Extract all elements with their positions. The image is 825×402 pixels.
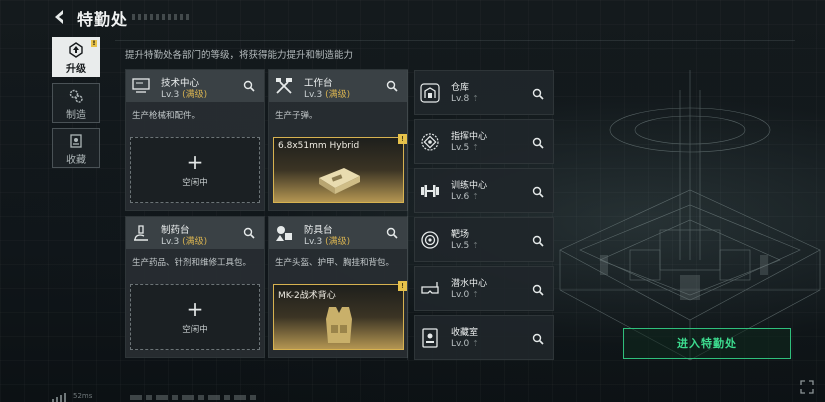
production-slot-empty[interactable]: + 空闲中 — [130, 284, 260, 350]
notification-badge: ! — [91, 40, 97, 47]
upgrade-arrow-icon: ⇡ — [472, 241, 479, 250]
diving-mask-icon — [421, 282, 439, 294]
slot-status: 空闲中 — [182, 325, 208, 335]
workshop-card-tech-center[interactable]: 技术中心 Lv.3 (满级) 生产枪械和配件。 + 空闲中 — [125, 69, 265, 211]
ping-display: 52ms — [73, 392, 93, 400]
facility-level: Lv.0 ⇡ — [451, 290, 479, 300]
workshop-description: 生产枪械和配件。 — [132, 111, 201, 121]
facility-warehouse[interactable]: 仓库 Lv.8 ⇡ — [414, 70, 554, 115]
search-icon[interactable] — [385, 226, 399, 240]
notification-badge: ! — [398, 281, 407, 291]
facility-name: 收藏室 — [451, 328, 479, 338]
top-divider — [115, 40, 795, 41]
facility-training-center[interactable]: 训练中心 Lv.6 ⇡ — [414, 168, 554, 213]
search-icon[interactable] — [531, 185, 545, 199]
nav-label-craft: 制造 — [66, 110, 86, 121]
upgrade-arrow-icon: ⇡ — [472, 290, 479, 299]
base-structure-illustration — [559, 70, 821, 361]
facility-command-center[interactable]: 指挥中心 Lv.5 ⇡ — [414, 119, 554, 164]
nav-craft[interactable]: 制造 — [52, 83, 100, 123]
facility-level: Lv.0 ⇡ — [451, 339, 479, 349]
nav-upgrade[interactable]: 升级 ! — [52, 37, 100, 77]
collection-room-icon — [422, 328, 438, 348]
ammo-box-icon — [319, 168, 360, 194]
item-name: MK-2战术背心 — [278, 291, 336, 301]
plus-icon: + — [186, 150, 204, 174]
nav-label-collection: 收藏 — [66, 155, 86, 166]
search-icon[interactable] — [531, 234, 545, 248]
footer-decoration — [130, 395, 256, 400]
facility-level: Lv.5 ⇡ — [451, 241, 479, 251]
page-subtitle: 提升特勤处各部门的等级，将获得能力提升和制造能力 — [125, 50, 354, 61]
upgrade-icon — [69, 42, 83, 58]
card-header: 制药台 Lv.3 (满级) — [126, 217, 264, 249]
production-slot-empty[interactable]: + 空闲中 — [130, 137, 260, 203]
upgrade-arrow-icon: ⇡ — [472, 192, 479, 201]
search-icon[interactable] — [385, 79, 399, 93]
microscope-icon — [134, 225, 148, 241]
facility-name: 指挥中心 — [451, 132, 488, 142]
production-slot-item[interactable]: 6.8x51mm Hybrid ! — [273, 134, 407, 203]
header: 特勤处 — [0, 0, 825, 36]
workshop-level: Lv.3 (满级) — [161, 90, 208, 100]
workshop-description: 生产头盔、护甲、胸挂和背包。 — [275, 258, 395, 268]
computer-icon — [132, 78, 150, 93]
production-slot-item[interactable]: MK-2战术背心 ! — [273, 281, 407, 350]
facility-diving-center[interactable]: 潜水中心 Lv.0 ⇡ — [414, 266, 554, 311]
card-header: 工作台 Lv.3 (满级) — [269, 70, 407, 102]
command-center-icon — [421, 133, 439, 151]
card-header: 防具台 Lv.3 (满级) — [269, 217, 407, 249]
card-header: 技术中心 Lv.3 (满级) — [126, 70, 264, 102]
collection-icon — [70, 134, 82, 148]
signal-icon — [52, 393, 66, 402]
upgrade-arrow-icon: ⇡ — [472, 94, 479, 103]
search-icon[interactable] — [531, 87, 545, 101]
plus-icon: + — [186, 297, 204, 321]
facility-name: 训练中心 — [451, 181, 488, 191]
workshop-card-pharmacy[interactable]: 制药台 Lv.3 (满级) 生产药品、针剂和维修工具包。 + 空闲中 — [125, 216, 265, 358]
workshop-level: Lv.3 (满级) — [161, 237, 208, 247]
upgrade-arrow-icon: ⇡ — [472, 143, 479, 152]
facility-level: Lv.8 ⇡ — [451, 94, 479, 104]
facility-name: 仓库 — [451, 83, 470, 93]
search-icon[interactable] — [242, 226, 256, 240]
facility-name: 潜水中心 — [451, 279, 488, 289]
nav-label-upgrade: 升级 — [66, 64, 86, 75]
dumbbell-icon — [421, 185, 439, 197]
search-icon[interactable] — [531, 332, 545, 346]
search-icon[interactable] — [531, 136, 545, 150]
facility-shooting-range[interactable]: 靶场 Lv.5 ⇡ — [414, 217, 554, 262]
facility-level: Lv.5 ⇡ — [451, 143, 479, 153]
workshop-card-workbench[interactable]: 工作台 Lv.3 (满级) 生产子弹。 6.8x51mm Hybrid ! — [268, 69, 408, 211]
title-decoration — [132, 14, 189, 20]
tactical-vest-icon — [326, 307, 352, 343]
notification-badge: ! — [398, 134, 407, 144]
workshop-card-armor-bench[interactable]: 防具台 Lv.3 (满级) 生产头盔、护甲、胸挂和背包。 MK-2战术背心 ! — [268, 216, 408, 358]
enter-special-ops-button[interactable]: 进入特勤处 — [623, 328, 791, 359]
page-title: 特勤处 — [77, 10, 129, 29]
workshop-description: 生产药品、针剂和维修工具包。 — [132, 258, 252, 268]
workshop-description: 生产子弹。 — [275, 111, 318, 121]
gears-icon — [69, 89, 83, 103]
armor-parts-icon — [276, 226, 292, 241]
slot-status: 空闲中 — [182, 178, 208, 188]
back-arrow-icon[interactable] — [50, 8, 68, 26]
column-separator — [407, 70, 408, 360]
upgrade-arrow-icon: ⇡ — [472, 339, 479, 348]
facility-collection-room[interactable]: 收藏室 Lv.0 ⇡ — [414, 315, 554, 360]
search-icon[interactable] — [531, 283, 545, 297]
item-name: 6.8x51mm Hybrid — [278, 141, 360, 151]
facility-name: 靶场 — [451, 230, 470, 240]
target-icon — [421, 231, 439, 249]
tools-icon — [276, 78, 292, 94]
nav-collection[interactable]: 收藏 — [52, 128, 100, 168]
search-icon[interactable] — [242, 79, 256, 93]
footer — [0, 388, 825, 402]
workshop-level: Lv.3 (满级) — [304, 237, 351, 247]
warehouse-icon — [420, 83, 440, 103]
workshop-level: Lv.3 (满级) — [304, 90, 351, 100]
facility-level: Lv.6 ⇡ — [451, 192, 479, 202]
